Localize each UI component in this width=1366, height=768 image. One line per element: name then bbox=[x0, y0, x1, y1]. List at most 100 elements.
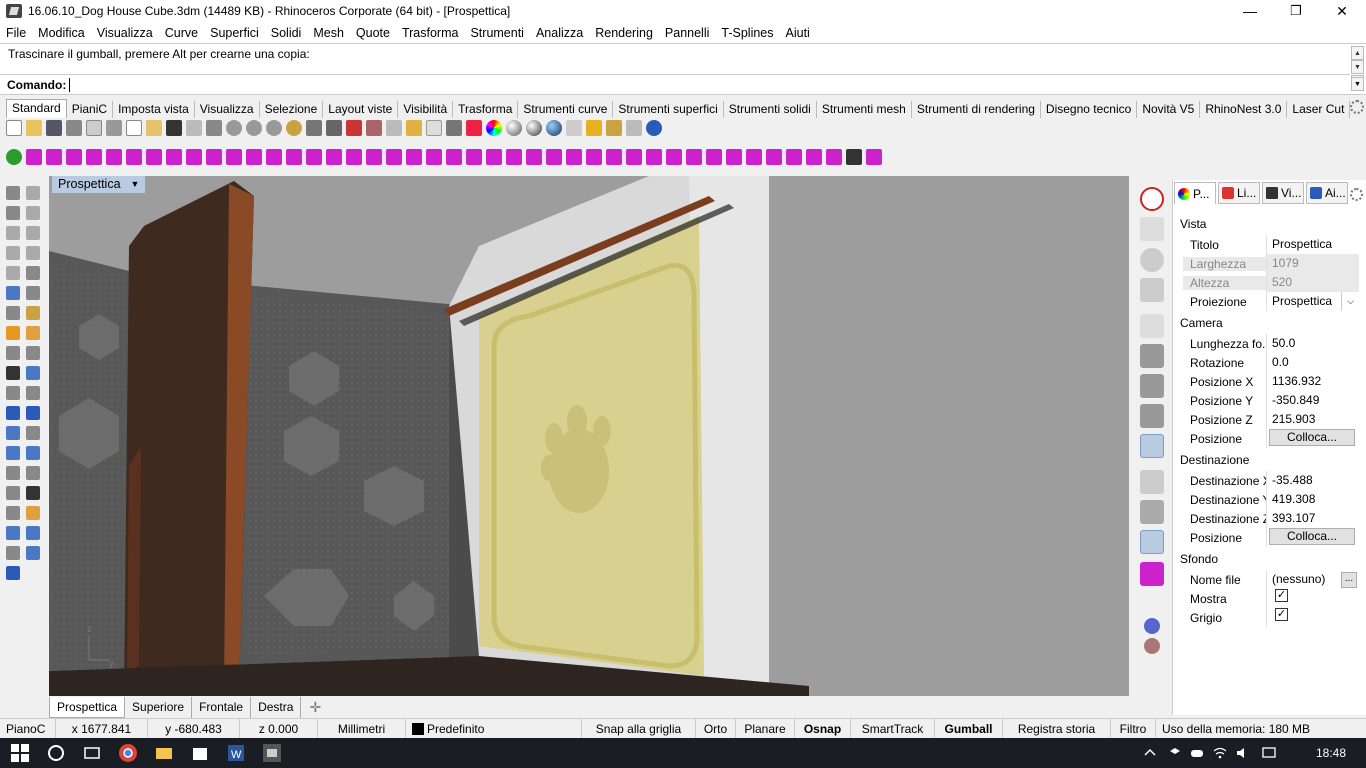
tab-standard[interactable]: Standard bbox=[6, 99, 67, 118]
posizione-z-field[interactable]: 215.903 bbox=[1266, 410, 1359, 429]
cube-top-icon[interactable] bbox=[1140, 344, 1164, 368]
tsplines-tool-icon[interactable] bbox=[566, 149, 582, 165]
word-icon[interactable]: W bbox=[226, 743, 246, 763]
vptab-superiore[interactable]: Superiore bbox=[125, 697, 193, 718]
tab-strumenti-solidi[interactable]: Strumenti solidi bbox=[724, 101, 817, 118]
tsplines-tool-icon[interactable] bbox=[306, 149, 322, 165]
tsplines-tool-icon[interactable] bbox=[606, 149, 622, 165]
status-units[interactable]: Millimetri bbox=[318, 718, 406, 739]
modeling-tool-icon[interactable] bbox=[6, 526, 20, 540]
tab-imposta-vista[interactable]: Imposta vista bbox=[113, 101, 195, 118]
modeling-tool-icon[interactable] bbox=[6, 286, 20, 300]
tsplines-tool-icon[interactable] bbox=[326, 149, 342, 165]
options-icon[interactable] bbox=[626, 120, 642, 136]
tsplines-tool-icon[interactable] bbox=[546, 149, 562, 165]
tsplines-tool-icon[interactable] bbox=[686, 149, 702, 165]
modeling-tool-icon[interactable] bbox=[6, 426, 20, 440]
modeling-tool-icon[interactable] bbox=[6, 566, 20, 580]
paste-icon[interactable] bbox=[146, 120, 162, 136]
modeling-tool-icon[interactable] bbox=[6, 346, 20, 360]
minimize-button[interactable]: — bbox=[1227, 0, 1273, 22]
tab-novita-v5[interactable]: Novità V5 bbox=[1137, 101, 1201, 118]
history-icon[interactable] bbox=[1140, 530, 1164, 554]
tsplines-tool-icon[interactable] bbox=[466, 149, 482, 165]
save-icon[interactable] bbox=[46, 120, 62, 136]
tsplines-tool-icon[interactable] bbox=[366, 149, 382, 165]
status-osnap[interactable]: Osnap bbox=[795, 718, 851, 739]
tab-strumenti-mesh[interactable]: Strumenti mesh bbox=[817, 101, 912, 118]
menu-solidi[interactable]: Solidi bbox=[265, 26, 308, 40]
menu-trasforma[interactable]: Trasforma bbox=[396, 26, 465, 40]
zoom-extents-icon[interactable] bbox=[266, 120, 282, 136]
command-line[interactable]: Comando: bbox=[0, 74, 1350, 94]
vptab-prospettica[interactable]: Prospettica bbox=[49, 697, 126, 718]
cut-icon[interactable] bbox=[106, 120, 122, 136]
modeling-tool-icon[interactable] bbox=[26, 266, 40, 280]
viewport-prospettica[interactable]: z y bbox=[49, 176, 1129, 696]
tsplines-icon[interactable] bbox=[586, 120, 602, 136]
rotazione-field[interactable]: 0.0 bbox=[1266, 353, 1359, 372]
modeling-tool-icon[interactable] bbox=[26, 426, 40, 440]
modeling-tool-icon[interactable] bbox=[26, 466, 40, 480]
clock[interactable]: 18:48 bbox=[1316, 738, 1346, 768]
tsplines-tool-icon[interactable] bbox=[806, 149, 822, 165]
dropbox-icon[interactable] bbox=[1168, 746, 1182, 760]
tsplines-tool-icon[interactable] bbox=[246, 149, 262, 165]
power-icon[interactable] bbox=[1140, 187, 1164, 211]
tsplines-tool-icon[interactable] bbox=[846, 149, 862, 165]
undo-view-icon[interactable] bbox=[306, 120, 322, 136]
mostra-checkbox[interactable]: ✓ bbox=[1275, 589, 1288, 602]
status-cplane[interactable]: PianoC bbox=[0, 718, 56, 739]
restore-button[interactable]: ❐ bbox=[1273, 0, 1319, 22]
tsplines-tool-icon[interactable] bbox=[6, 149, 22, 165]
shaded-sphere-icon[interactable] bbox=[506, 120, 522, 136]
layers-icon[interactable] bbox=[466, 120, 482, 136]
print-icon[interactable] bbox=[66, 120, 82, 136]
gear-sphere-icon[interactable] bbox=[1144, 638, 1160, 654]
modeling-tool-icon[interactable] bbox=[6, 546, 20, 560]
tsplines-tool-icon[interactable] bbox=[426, 149, 442, 165]
car-grid-icon[interactable] bbox=[366, 120, 382, 136]
menu-mesh[interactable]: Mesh bbox=[307, 26, 350, 40]
menu-file[interactable]: File bbox=[0, 26, 32, 40]
tsplines-tool-icon[interactable] bbox=[486, 149, 502, 165]
modeling-tool-icon[interactable] bbox=[26, 506, 40, 520]
notifications-icon[interactable] bbox=[1262, 746, 1276, 760]
status-filtro[interactable]: Filtro bbox=[1111, 718, 1156, 739]
help-icon[interactable] bbox=[646, 120, 662, 136]
viewport-title[interactable]: Prospettica ▼ bbox=[52, 176, 146, 193]
zoom-icon[interactable] bbox=[226, 120, 242, 136]
tsplines-gear-icon[interactable] bbox=[1140, 562, 1164, 586]
modeling-tool-icon[interactable] bbox=[6, 466, 20, 480]
tab-display[interactable]: Vi... bbox=[1262, 182, 1304, 204]
status-layer[interactable]: Predefinito bbox=[406, 718, 582, 739]
panel-gear-icon[interactable] bbox=[1350, 188, 1363, 201]
viewport-layout-icon[interactable] bbox=[326, 120, 342, 136]
destinazione-z-field[interactable]: 393.107 bbox=[1266, 509, 1359, 528]
tsplines-tool-icon[interactable] bbox=[746, 149, 762, 165]
menu-superfici[interactable]: Superfici bbox=[204, 26, 265, 40]
cplane-icon[interactable] bbox=[346, 120, 362, 136]
history-scroll-up[interactable]: ▲ bbox=[1351, 46, 1364, 60]
modeling-tool-icon[interactable] bbox=[26, 206, 40, 220]
lock-icon[interactable] bbox=[446, 120, 462, 136]
modeling-tool-icon[interactable] bbox=[26, 286, 40, 300]
color-wheel-icon[interactable] bbox=[486, 120, 502, 136]
modeling-tool-icon[interactable] bbox=[26, 546, 40, 560]
modeling-tool-icon[interactable] bbox=[6, 326, 20, 340]
pencil-icon[interactable] bbox=[1140, 470, 1164, 494]
tab-layout-viste[interactable]: Layout viste bbox=[323, 101, 399, 118]
modeling-tool-icon[interactable] bbox=[26, 366, 40, 380]
search-icon[interactable] bbox=[46, 743, 66, 763]
undo-icon[interactable] bbox=[166, 120, 182, 136]
axis-icon[interactable] bbox=[1140, 314, 1164, 338]
colloca-camera-button[interactable]: Colloca... bbox=[1269, 429, 1355, 446]
tsplines-tool-icon[interactable] bbox=[106, 149, 122, 165]
status-planare[interactable]: Planare bbox=[736, 718, 795, 739]
menu-modifica[interactable]: Modifica bbox=[32, 26, 91, 40]
tab-visibilita[interactable]: Visibilità bbox=[398, 101, 454, 118]
cube-front-icon[interactable] bbox=[1140, 374, 1164, 398]
add-viewport-icon[interactable]: ✛ bbox=[301, 697, 329, 718]
zoom-window-icon[interactable] bbox=[246, 120, 262, 136]
menu-curve[interactable]: Curve bbox=[159, 26, 204, 40]
